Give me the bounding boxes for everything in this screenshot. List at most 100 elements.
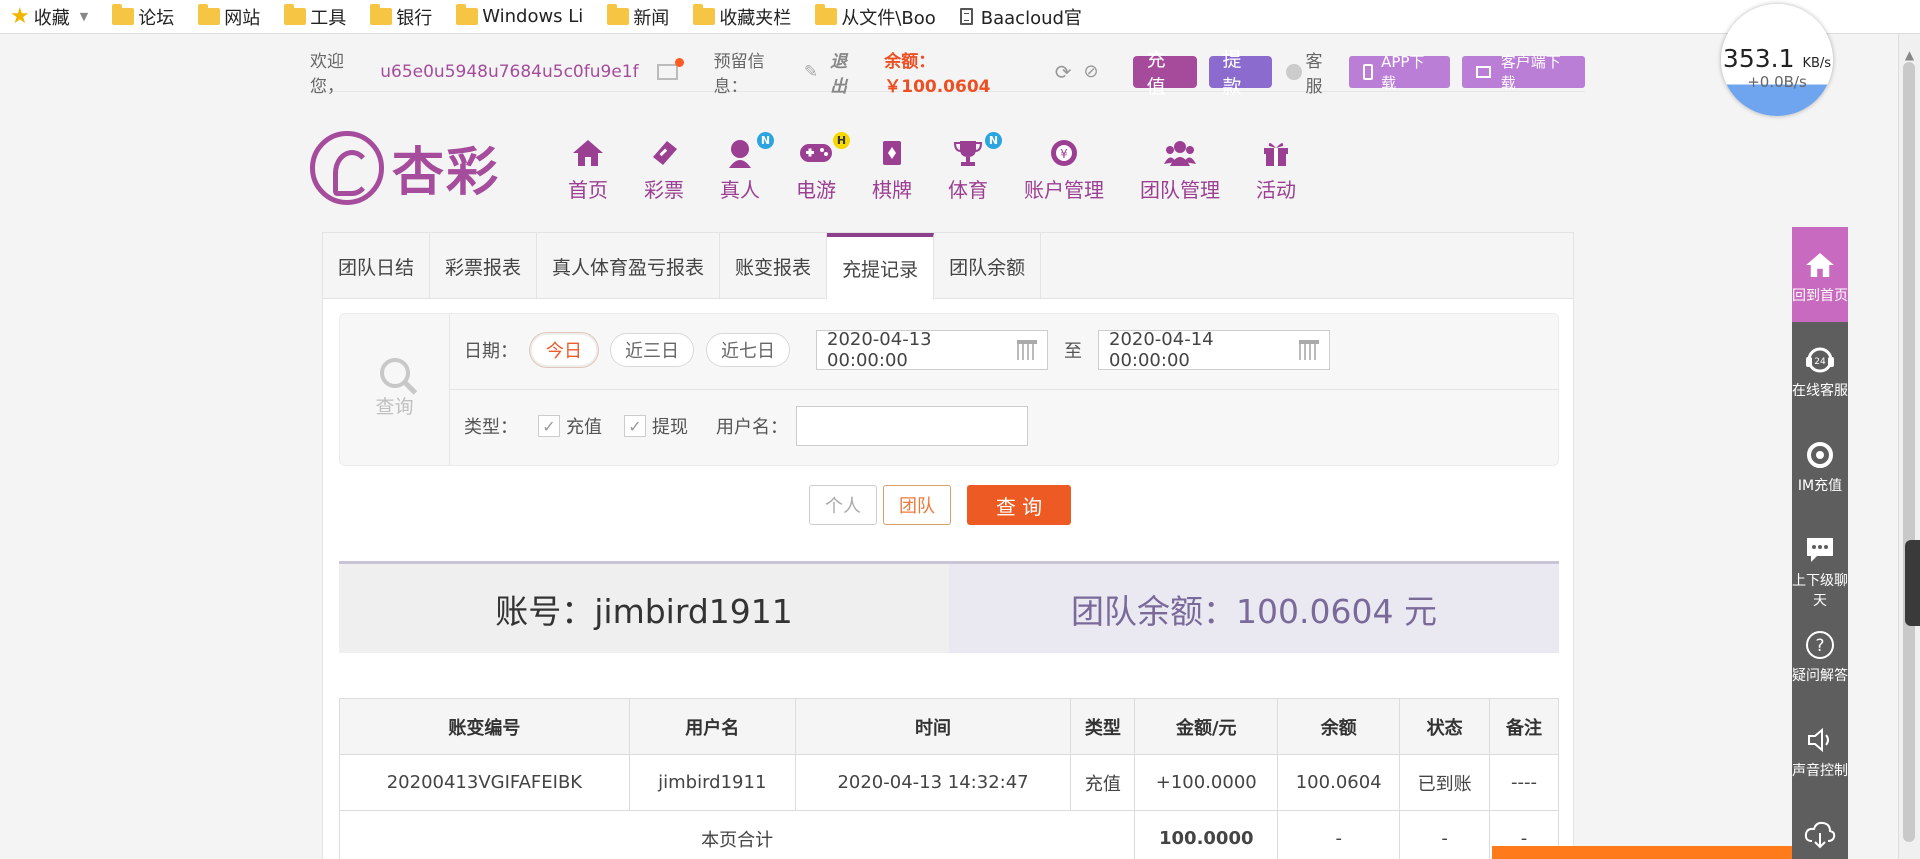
logo-mark-icon <box>310 130 384 205</box>
tab-team-balance[interactable]: 团队余额 <box>934 233 1042 299</box>
total-amount: 100.0000 <box>1134 810 1279 859</box>
recharge-checkbox[interactable]: ✓ <box>538 415 560 437</box>
client-download-button[interactable]: 客户端下载 <box>1461 53 1585 92</box>
bottom-notice-strip[interactable] <box>1492 846 1792 859</box>
sidebar-item-label: 上下级聊天 <box>1792 573 1848 609</box>
sidebar-item-label: 声音控制 <box>1792 763 1848 779</box>
nav-sports[interactable]: 体育 N <box>948 132 1002 203</box>
folder-icon <box>693 4 716 25</box>
sidebar-item-im-recharge[interactable]: IM充值 <box>1792 417 1848 512</box>
total-label: 本页合计 <box>338 810 1136 859</box>
app-download-label: APP下载 <box>1381 52 1425 92</box>
question-icon: ? <box>1804 629 1836 661</box>
folder-icon <box>112 4 135 25</box>
to-label: 至 <box>1064 341 1082 362</box>
username-link[interactable]: u65e0u5948u7684u5c0fu9e1f <box>380 62 638 82</box>
withdraw-checkbox[interactable]: ✓ <box>624 415 646 437</box>
nav-team[interactable]: 团队管理 <box>1140 138 1220 203</box>
cell-record-id: 20200413VGIFAFEIBK <box>339 754 630 811</box>
account-summary: 账号：jimbird1911 <box>339 564 949 653</box>
nav-lottery[interactable]: 彩票 <box>644 138 684 203</box>
nav-slots[interactable]: 电游 H <box>796 132 850 203</box>
sidebar-item-faq[interactable]: ? 疑问解答 <box>1792 607 1848 702</box>
col-header: 备注 <box>1489 698 1559 755</box>
scroll-up-arrow-icon[interactable]: ▲ <box>1899 48 1920 62</box>
cell-amount: +100.0000 <box>1134 754 1279 811</box>
gamepad-icon <box>800 138 832 168</box>
logo-text: 杏彩 <box>392 142 501 203</box>
bookmark-favorites[interactable]: ★ 收藏 ▼ <box>0 0 102 34</box>
chat-icon <box>1804 534 1836 566</box>
bookmark-folder[interactable]: Windows Li <box>446 0 597 34</box>
bookmark-folder[interactable]: 工具 <box>274 0 360 34</box>
personal-button[interactable]: 个人 <box>809 485 877 525</box>
sidebar-item-home[interactable]: 回到首页 <box>1792 227 1848 322</box>
service-label: 客服 <box>1305 51 1323 97</box>
recharge-button[interactable]: 充值 <box>1132 49 1197 98</box>
logout-link[interactable]: 退出 <box>830 47 862 97</box>
nav-label: 真人 <box>720 178 760 202</box>
nav-activity[interactable]: 活动 <box>1256 138 1296 203</box>
end-date-input[interactable]: 2020-04-14 00:00:00 <box>1098 329 1330 371</box>
mail-icon[interactable] <box>656 57 684 80</box>
calendar-icon[interactable] <box>1017 340 1037 360</box>
nav-label: 首页 <box>568 178 608 202</box>
nav-account[interactable]: ¥ 账户管理 <box>1024 138 1104 203</box>
scroll-thumb[interactable] <box>1903 62 1915 842</box>
tab-live-sports-report[interactable]: 真人体育盈亏报表 <box>537 233 721 299</box>
query-button[interactable]: 查 询 <box>967 485 1071 525</box>
tab-team-daily[interactable]: 团队日结 <box>323 233 431 299</box>
network-speed-widget[interactable]: 353.1 KB/s +0.0B/s <box>1721 4 1833 116</box>
cell-balance: 100.0604 <box>1277 754 1401 811</box>
sidebar-item-chat[interactable]: 上下级聊天 <box>1792 512 1848 609</box>
bookmark-label: 银行 <box>396 7 433 29</box>
team-button[interactable]: 团队 <box>883 485 951 525</box>
sidebar-item-online-service[interactable]: 24 在线客服 <box>1792 322 1848 417</box>
hide-eye-icon[interactable]: ⊘ <box>1084 61 1099 82</box>
bookmark-label: 从文件\Boo <box>841 7 936 29</box>
bookmark-label: 新闻 <box>633 7 670 29</box>
withdraw-button[interactable]: 提款 <box>1208 49 1273 98</box>
edit-icon[interactable]: ✎ <box>804 62 818 82</box>
site-logo[interactable]: 杏彩 <box>310 130 500 205</box>
client-download-label: 客户端下载 <box>1500 52 1561 92</box>
refresh-icon[interactable]: ⟳ <box>1055 60 1072 84</box>
nav-live[interactable]: 真人 N <box>720 132 774 203</box>
sidebar-item-sound[interactable]: 声音控制 <box>1792 702 1848 797</box>
col-header: 类型 <box>1070 698 1136 755</box>
reserved-info-label: 预留信息： <box>713 51 765 97</box>
cell-remark: ---- <box>1489 754 1559 811</box>
bookmark-folder[interactable]: 收藏夹栏 <box>683 0 805 34</box>
star-icon: ★ <box>10 4 30 29</box>
total-status: - <box>1399 810 1491 859</box>
tab-deposit-withdraw-records[interactable]: 充提记录 <box>827 233 935 300</box>
caret-down-icon[interactable]: ▼ <box>80 10 88 23</box>
bookmark-folder[interactable]: 论坛 <box>102 0 188 34</box>
nav-cards[interactable]: 棋牌 <box>872 138 912 203</box>
today-pill[interactable]: 今日 <box>530 333 598 367</box>
bookmark-page[interactable]: Baacloud官 <box>950 0 1096 34</box>
svg-text:24: 24 <box>1814 357 1826 367</box>
end-date-value: 2020-04-14 00:00:00 <box>1109 329 1214 371</box>
bookmark-folder[interactable]: 新闻 <box>597 0 683 34</box>
sidebar-item-label: 疑问解答 <box>1792 668 1848 684</box>
cell-status: 已到账 <box>1399 754 1491 811</box>
side-panel-handle[interactable] <box>1905 540 1920 626</box>
bookmark-folder[interactable]: 从文件\Boo <box>805 0 949 34</box>
app-download-button[interactable]: APP下载 <box>1349 53 1450 92</box>
nav-home[interactable]: 首页 <box>568 138 608 203</box>
tab-account-change[interactable]: 账变报表 <box>720 233 828 299</box>
tab-lottery-report[interactable]: 彩票报表 <box>430 233 538 299</box>
page-scrollbar[interactable]: ▲ <box>1898 34 1920 859</box>
username-input[interactable] <box>796 406 1028 446</box>
bookmark-folder[interactable]: 网站 <box>188 0 274 34</box>
search-side-label: 查询 <box>375 396 414 418</box>
calendar-icon[interactable] <box>1299 340 1319 360</box>
start-date-input[interactable]: 2020-04-13 00:00:00 <box>816 329 1048 371</box>
bookmark-folder[interactable]: 银行 <box>360 0 446 34</box>
last-7-days-pill[interactable]: 近七日 <box>706 333 790 367</box>
folder-icon <box>370 4 393 25</box>
sidebar-item-download[interactable] <box>1792 797 1848 859</box>
last-3-days-pill[interactable]: 近三日 <box>610 333 694 367</box>
customer-service-link[interactable]: 客服 <box>1286 47 1337 97</box>
